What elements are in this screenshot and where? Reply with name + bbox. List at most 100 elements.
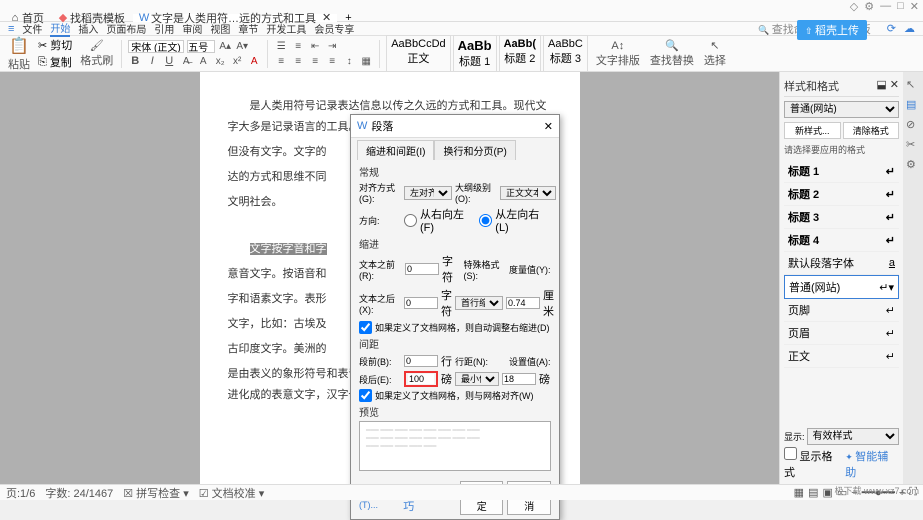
clip-tool-icon[interactable]: ✂	[906, 138, 920, 152]
app-menu-icon[interactable]: ≡	[8, 23, 14, 35]
bold-icon[interactable]: B	[128, 54, 142, 68]
sbefore-label: 段前(B):	[359, 355, 401, 368]
panel-close-icon[interactable]: ✕	[890, 79, 899, 91]
view-outline-icon[interactable]: ▣	[822, 486, 832, 499]
style-normal[interactable]: AaBbCcDd正文	[386, 35, 450, 72]
win-gear[interactable]: ⚙	[864, 0, 874, 13]
font-select[interactable]	[128, 40, 184, 53]
smart-assist-link[interactable]: ✦ 智能辅助	[845, 448, 899, 480]
style-item-footer[interactable]: 页脚↵	[784, 299, 899, 322]
style-h2[interactable]: AaBb(标题 2	[499, 35, 541, 72]
select-button[interactable]: ↖选择	[702, 39, 728, 68]
align-justify-icon[interactable]: ≡	[325, 54, 339, 68]
clear-format-button[interactable]: 清除格式	[843, 122, 900, 139]
size-select[interactable]	[187, 40, 215, 53]
tab-indent[interactable]: 缩进和间距(I)	[357, 140, 434, 160]
style-item-default[interactable]: 默认段落字体a	[784, 252, 899, 275]
lineh-select[interactable]: 最小值	[455, 372, 499, 386]
indent-inc-icon[interactable]: ⇥	[325, 39, 339, 53]
style-item-h4[interactable]: 标题 4↵	[784, 229, 899, 252]
menu-ref[interactable]: 引用	[154, 21, 174, 36]
cut-icon[interactable]: ✂	[38, 39, 47, 52]
align-select[interactable]: 左对齐	[404, 186, 452, 200]
style-item-normal[interactable]: 普通(网站)↵▾	[784, 275, 899, 299]
after-input[interactable]	[404, 297, 438, 309]
ltr-radio[interactable]	[479, 214, 492, 227]
grow-font-icon[interactable]: A▴	[218, 39, 232, 53]
menu-start[interactable]: 开始	[50, 20, 70, 37]
before-input[interactable]	[405, 263, 439, 275]
spellcheck-toggle[interactable]: ☒ 拼写检查 ▾	[123, 485, 189, 501]
win-min[interactable]: —	[880, 0, 891, 13]
highlight-icon[interactable]: A	[196, 54, 210, 68]
upload-button[interactable]: ⇧ 稻壳上传	[797, 20, 867, 40]
indent-dec-icon[interactable]: ⇤	[308, 39, 322, 53]
win-close[interactable]: ✕	[910, 0, 919, 13]
status-page[interactable]: 页:1/6	[6, 485, 35, 501]
outline-select[interactable]: 正文文本	[500, 186, 556, 200]
select-tool-icon[interactable]: ↖	[906, 78, 920, 92]
shading-icon[interactable]: ▦	[359, 54, 373, 68]
measure-input[interactable]	[506, 297, 540, 309]
close-icon[interactable]: ✕	[544, 120, 553, 133]
menu-dev[interactable]: 开发工具	[266, 21, 306, 36]
showfmt-check[interactable]	[784, 447, 797, 460]
shrink-font-icon[interactable]: A▾	[235, 39, 249, 53]
copy-icon[interactable]: ⎘	[38, 56, 47, 69]
auto-indent-check[interactable]	[359, 321, 372, 334]
style-item-header[interactable]: 页眉↵	[784, 322, 899, 345]
menu-layout[interactable]: 页面布局	[106, 21, 146, 36]
menu-view[interactable]: 视图	[210, 21, 230, 36]
underline-icon[interactable]: U	[162, 54, 176, 68]
menu-insert[interactable]: 插入	[78, 21, 98, 36]
sync-icon[interactable]: ⟳	[887, 22, 896, 35]
style-item-h3[interactable]: 标题 3↵	[784, 206, 899, 229]
linespace-icon[interactable]: ↕	[342, 54, 356, 68]
italic-icon[interactable]: I	[145, 54, 159, 68]
find-replace-button[interactable]: 🔍查找替换	[648, 39, 696, 68]
style-item-h2[interactable]: 标题 2↵	[784, 183, 899, 206]
menu-file[interactable]: 文件	[22, 21, 42, 36]
view-print-icon[interactable]: ▦	[794, 486, 804, 499]
align-right-icon[interactable]: ≡	[308, 54, 322, 68]
safter-input[interactable]	[408, 374, 434, 384]
format-painter[interactable]: 🖌格式刷	[78, 39, 115, 68]
grid-check[interactable]	[359, 389, 372, 402]
text-layout-button[interactable]: A↕文字排版	[594, 40, 642, 68]
menu-chapter[interactable]: 章节	[238, 21, 258, 36]
rtl-radio[interactable]	[404, 214, 417, 227]
style-h1[interactable]: AaBb标题 1	[453, 35, 497, 72]
style-h3[interactable]: AaBbC标题 3	[543, 35, 588, 72]
current-style-select[interactable]: 普通(网站)	[784, 101, 899, 118]
strike-icon[interactable]: A̶	[179, 54, 193, 68]
align-center-icon[interactable]: ≡	[291, 54, 305, 68]
sbefore-input[interactable]	[404, 355, 438, 367]
style-item-body[interactable]: 正文↵	[784, 345, 899, 368]
textcolor-icon[interactable]: A	[247, 54, 261, 68]
status-words[interactable]: 字数: 24/1467	[45, 485, 113, 501]
paste-button[interactable]: 📋粘贴	[6, 36, 32, 72]
show-select[interactable]: 有效样式	[807, 428, 899, 445]
doc-text: 文字，比如：古埃及	[228, 318, 327, 330]
cloud-icon[interactable]: ☁	[904, 22, 915, 35]
menu-vip[interactable]: 会员专享	[314, 21, 354, 36]
new-style-button[interactable]: 新样式...	[784, 122, 841, 139]
panel-pin-icon[interactable]: ⬓	[876, 79, 886, 91]
setat-input[interactable]	[502, 373, 536, 385]
sub-icon[interactable]: x₂	[213, 54, 227, 68]
limit-tool-icon[interactable]: ⊘	[906, 118, 920, 132]
win-max[interactable]: □	[897, 0, 904, 13]
align-left-icon[interactable]: ≡	[274, 54, 288, 68]
sup-icon[interactable]: x²	[230, 54, 244, 68]
win-diamond[interactable]: ◇	[850, 0, 858, 13]
menu-review[interactable]: 审阅	[182, 21, 202, 36]
bullets-icon[interactable]: ☰	[274, 39, 288, 53]
numbering-icon[interactable]: ≡	[291, 39, 305, 53]
settings-tool-icon[interactable]: ⚙	[906, 158, 920, 172]
style-item-h1[interactable]: 标题 1↵	[784, 160, 899, 183]
doccheck-toggle[interactable]: ☑ 文档校准 ▾	[199, 485, 265, 501]
styles-tool-icon[interactable]: ▤	[906, 98, 920, 112]
view-web-icon[interactable]: ▤	[808, 486, 818, 499]
tab-page[interactable]: 换行和分页(P)	[434, 140, 515, 160]
special-select[interactable]: 首行缩进	[455, 296, 503, 310]
